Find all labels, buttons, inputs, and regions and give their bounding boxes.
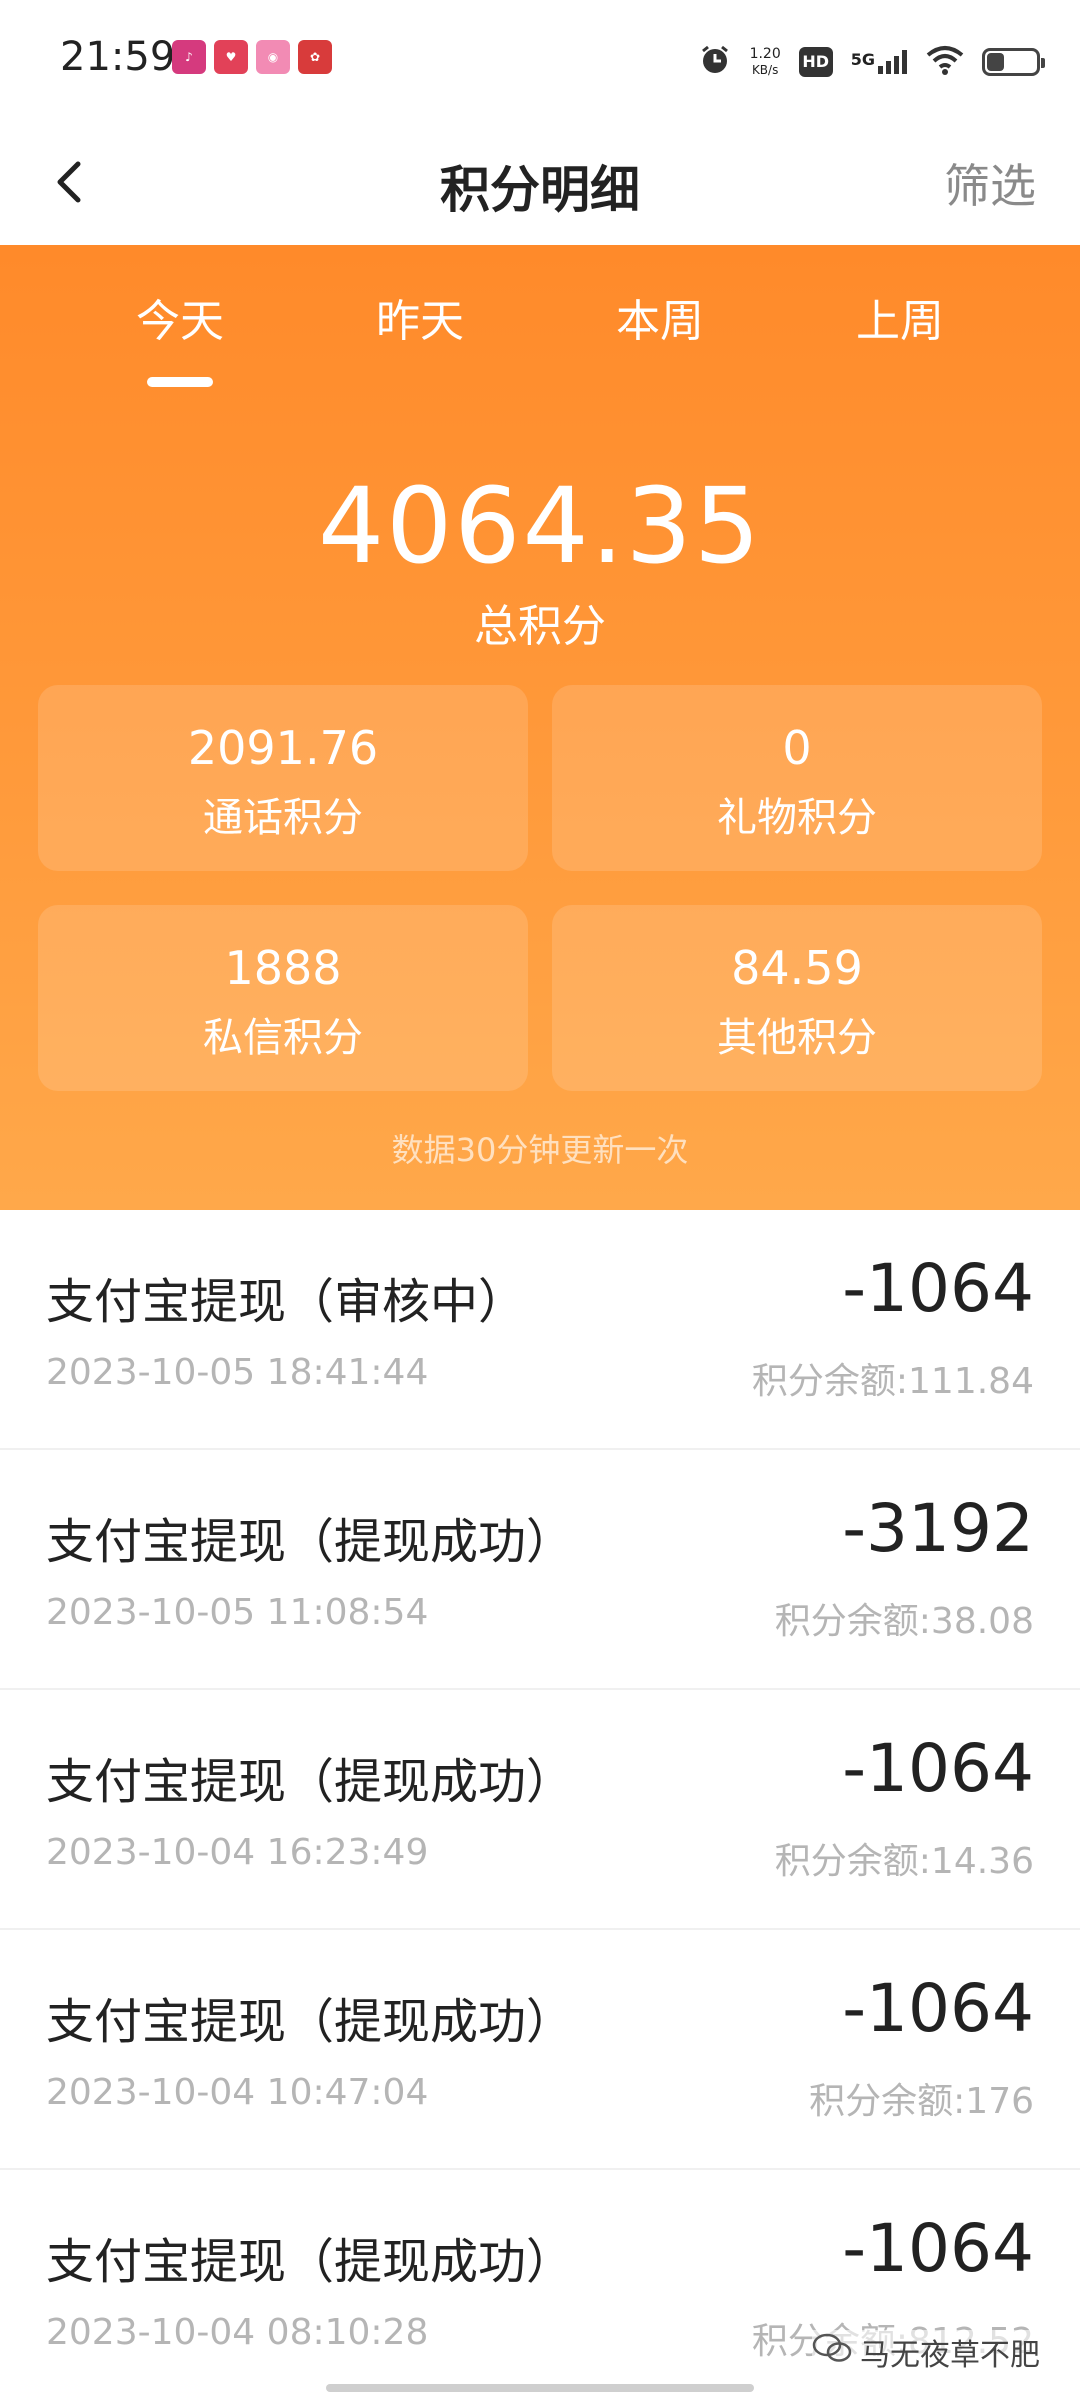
app-icon-1: ♪: [172, 40, 206, 74]
wechat-icon: [812, 2332, 852, 2372]
status-bar: 21:59 ♪ ♥ ◉ ✿ 1.20 KB/s HD 5G: [0, 0, 1080, 120]
list-item[interactable]: 支付宝提现（提现成功） 2023-10-05 11:08:54 -3192 积分…: [0, 1450, 1080, 1690]
stat-label: 私信积分: [203, 1015, 363, 1061]
record-time: 2023-10-04 08:10:28: [46, 2312, 429, 2353]
stat-value: 1888: [224, 941, 342, 995]
total-points-value: 4064.35: [317, 465, 763, 587]
screen: 21:59 ♪ ♥ ◉ ✿ 1.20 KB/s HD 5G 积分明细 筛选 今天…: [0, 0, 1080, 2400]
record-time: 2023-10-04 10:47:04: [46, 2072, 429, 2113]
record-title: 支付宝提现（提现成功）: [46, 1754, 575, 1810]
list-item[interactable]: 支付宝提现（提现成功） 2023-10-04 10:47:04 -1064 积分…: [0, 1930, 1080, 2170]
battery-fill: [987, 53, 1004, 71]
watermark-text: 马无夜草不肥: [860, 2338, 1040, 2373]
status-indicators: 1.20 KB/s HD 5G: [698, 40, 1045, 84]
signal-5g-icon: 5G: [851, 50, 908, 74]
app-icon-3: ◉: [256, 40, 290, 74]
page-title: 积分明细: [440, 161, 640, 219]
stat-card-message-points: 1888 私信积分: [38, 905, 528, 1091]
update-note: 数据30分钟更新一次: [391, 1131, 689, 1169]
total-points-label: 总积分: [474, 601, 606, 652]
stat-label: 礼物积分: [717, 795, 877, 841]
stat-label: 其他积分: [717, 1015, 877, 1061]
stat-label: 通话积分: [203, 795, 363, 841]
net-speed: 1.20 KB/s: [749, 46, 781, 77]
alarm-icon: [698, 43, 732, 81]
stat-value: 2091.76: [187, 721, 379, 775]
record-amount: -3192: [842, 1490, 1034, 1567]
record-amount: -1064: [842, 1970, 1034, 2047]
record-balance: 积分余额:176: [809, 2081, 1034, 2122]
record-amount: -1064: [842, 1250, 1034, 1327]
watermark: 马无夜草不肥: [812, 2330, 1040, 2374]
home-indicator[interactable]: [326, 2384, 754, 2392]
stat-card-gift-points: 0 礼物积分: [552, 685, 1042, 871]
header: 积分明细 筛选: [0, 120, 1080, 245]
record-time: 2023-10-04 16:23:49: [46, 1832, 429, 1873]
tab-last-week[interactable]: 上周: [780, 285, 1020, 349]
app-icon-2: ♥: [214, 40, 248, 74]
record-amount: -1064: [842, 2210, 1034, 2287]
app-icon-4: ✿: [298, 40, 332, 74]
record-balance: 积分余额:111.84: [751, 1361, 1034, 1402]
record-amount: -1064: [842, 1730, 1034, 1807]
record-title: 支付宝提现（提现成功）: [46, 1514, 575, 1570]
summary-panel: 今天 昨天 本周 上周 4064.35 总积分 2091.76 通话积分 0 礼…: [0, 245, 1080, 1210]
wifi-icon: [926, 45, 964, 79]
list-item[interactable]: 支付宝提现（审核中） 2023-10-05 18:41:44 -1064 积分余…: [0, 1210, 1080, 1450]
tab-today[interactable]: 今天: [60, 285, 300, 349]
record-title: 支付宝提现（提现成功）: [46, 2234, 575, 2290]
tab-this-week[interactable]: 本周: [540, 285, 780, 349]
record-time: 2023-10-05 11:08:54: [46, 1592, 429, 1633]
record-title: 支付宝提现（审核中）: [46, 1274, 527, 1330]
battery-icon: [982, 48, 1045, 76]
stat-card-other-points: 84.59 其他积分: [552, 905, 1042, 1091]
stat-value: 0: [782, 721, 812, 775]
record-title: 支付宝提现（提现成功）: [46, 1994, 575, 2050]
record-time: 2023-10-05 18:41:44: [46, 1352, 429, 1393]
hd-badge: HD: [798, 47, 833, 77]
filter-button[interactable]: 筛选: [944, 150, 1036, 216]
record-balance: 积分余额:38.08: [774, 1601, 1034, 1642]
record-balance: 积分余额:14.36: [774, 1841, 1034, 1882]
list-item[interactable]: 支付宝提现（提现成功） 2023-10-04 16:23:49 -1064 积分…: [0, 1690, 1080, 1930]
tab-yesterday[interactable]: 昨天: [300, 285, 540, 349]
active-tab-indicator: [147, 377, 213, 387]
stat-value: 84.59: [731, 941, 863, 995]
status-time: 21:59: [60, 34, 176, 80]
stat-card-call-points: 2091.76 通话积分: [38, 685, 528, 871]
